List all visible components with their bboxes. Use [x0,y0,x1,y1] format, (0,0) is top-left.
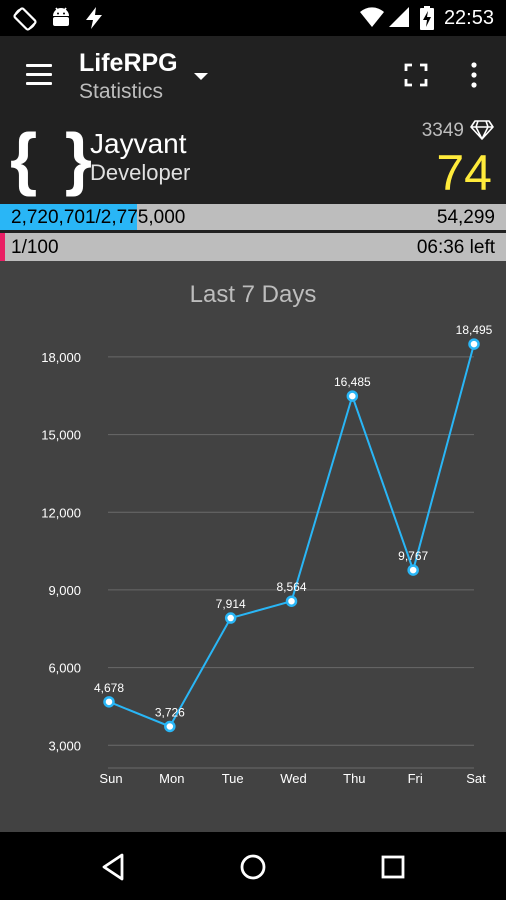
screen-rotation-icon [13,7,37,31]
status-time: 22:53 [443,7,494,29]
y-tick-label: 12,000 [41,505,81,520]
xp-progress-bar: 2,720,701/2,775,000 54,299 [0,204,506,230]
data-label: 16,485 [334,375,371,389]
x-tick-label: Sun [99,771,122,786]
chart-title: Last 7 Days [189,281,317,308]
dropdown-arrow-icon[interactable] [190,66,212,86]
wifi-icon [360,7,384,27]
app-subtitle: Statistics [79,80,164,103]
status-bar: 22:53 [0,0,506,36]
data-point [407,564,419,576]
line-chart: 3,000 6,000 9,000 12,000 15,000 18,000 4,678 Su… [41,323,493,786]
x-tick-label: Sat [466,771,486,786]
diamond-icon [470,120,494,140]
data-point [468,338,480,350]
android-debug-icon [53,7,69,26]
user-title: Developer [90,160,191,185]
hp-progress-fill [0,233,6,261]
y-tick-label: 6,000 [48,661,81,676]
overflow-menu-icon[interactable] [462,60,486,90]
avatar[interactable]: { } [10,118,96,198]
data-label: 9,767 [398,549,428,563]
home-icon[interactable] [235,849,271,885]
data-label: 8,564 [276,580,306,594]
x-tick-label: Tue [222,771,244,786]
data-label: 4,678 [94,681,124,695]
x-tick-label: Thu [343,771,365,786]
hp-progress-bar: 1/100 06:36 left [0,233,506,261]
data-point [103,696,115,708]
data-point [164,720,176,733]
flash-icon [86,7,102,29]
back-icon[interactable] [95,849,131,885]
app-bar: LifeRPG Statistics [0,36,506,116]
x-tick-label: Wed [280,771,307,786]
hp-progress-text: 1/100 [11,237,59,258]
level-number: 74 [436,145,492,201]
fullscreen-icon[interactable] [402,61,430,89]
navigation-bar [0,832,506,900]
statistics-panel: 3,000 6,000 9,000 12,000 15,000 18,000 4,678 Su… [0,261,506,832]
data-label: 18,495 [456,323,493,337]
y-tick-label: 3,000 [48,738,81,753]
hp-time-left: 06:36 left [416,237,495,258]
cell-signal-icon [389,7,409,27]
profile-header: { } Jayvant Developer 3349 74 [0,116,506,204]
data-point [285,595,298,607]
xp-progress-text: 2,720,701/2,775,000 [11,207,186,228]
app-title: LifeRPG [79,49,178,77]
y-tick-label: 15,000 [41,428,81,443]
y-tick-label: 18,000 [41,350,81,365]
gems-count: 3349 [421,120,464,141]
menu-button[interactable] [24,62,54,88]
data-label: 3,726 [155,705,185,719]
battery-charging-icon [420,6,434,30]
user-name: Jayvant [90,128,187,159]
series-line [108,343,475,728]
x-tick-label: Fri [408,771,423,786]
data-point [346,390,359,402]
data-label: 7,914 [216,597,246,611]
data-point [224,612,237,624]
xp-remaining: 54,299 [436,207,495,228]
x-tick-label: Mon [159,771,184,786]
y-tick-label: 9,000 [48,583,81,598]
recents-icon[interactable] [375,849,411,885]
